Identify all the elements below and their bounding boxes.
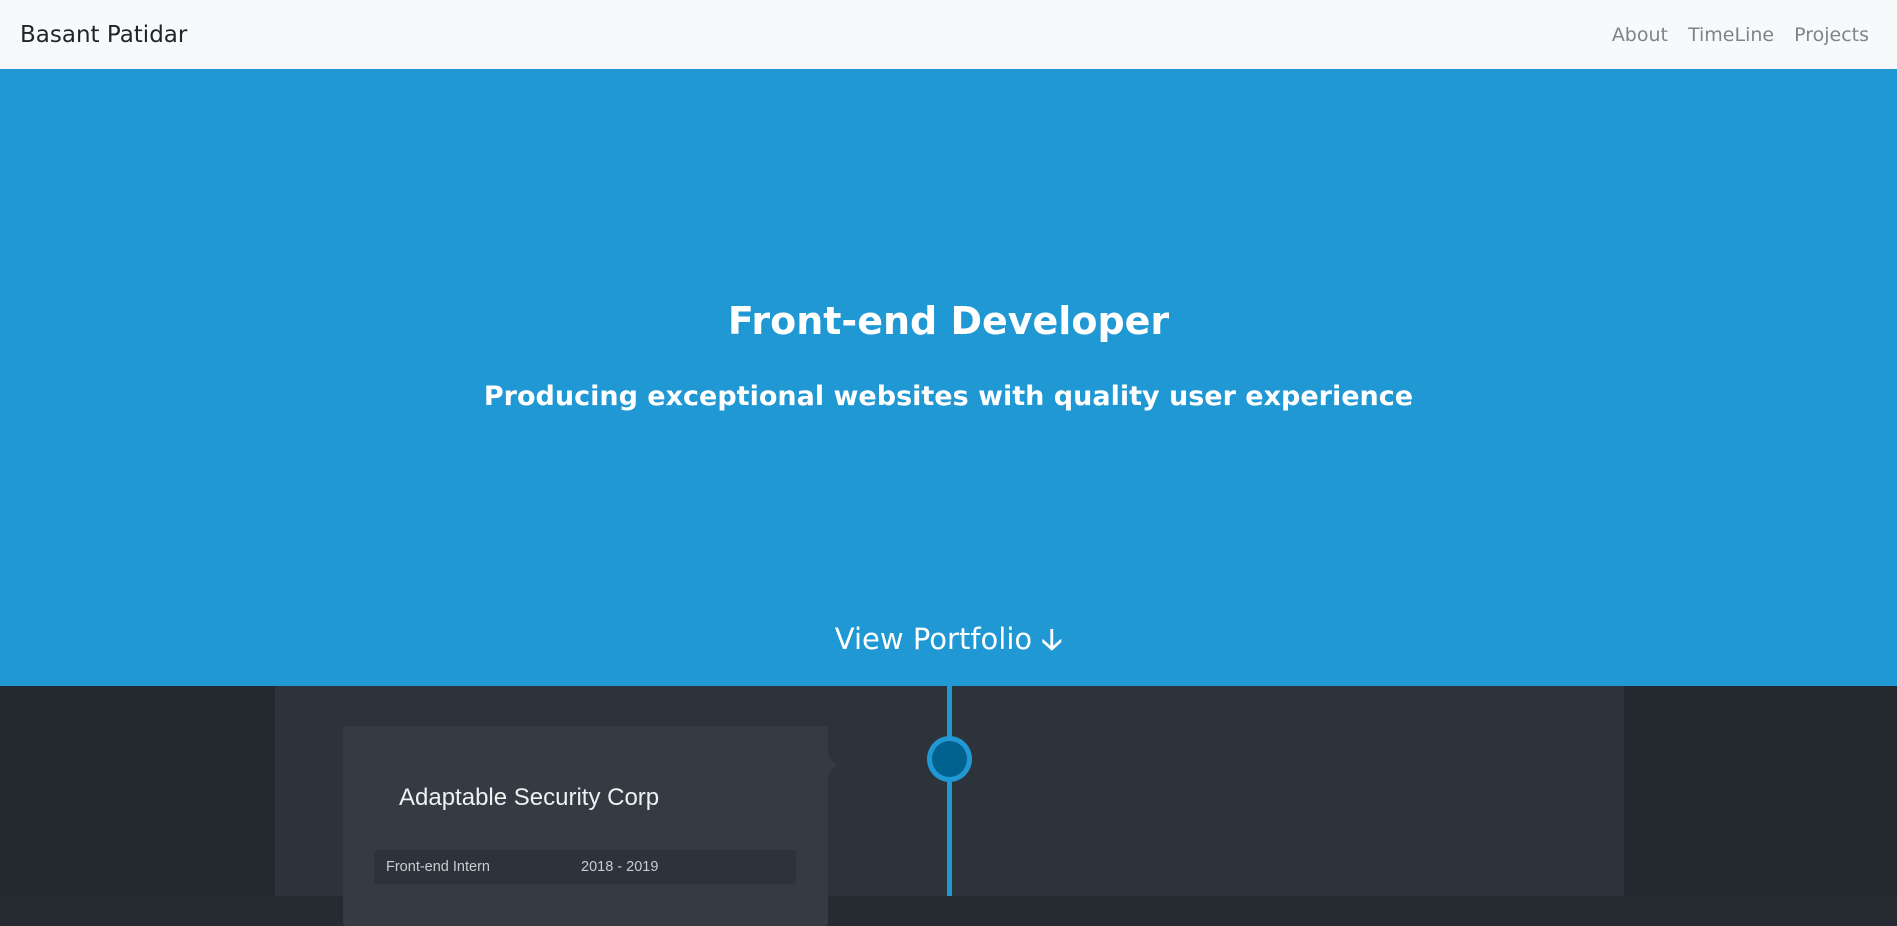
nav-link-about[interactable]: About: [1612, 24, 1668, 46]
navbar: Basant Patidar About TimeLine Projects: [0, 0, 1897, 69]
hero-subtitle: Producing exceptional websites with qual…: [483, 381, 1414, 412]
nav-link-timeline[interactable]: TimeLine: [1688, 24, 1774, 46]
hero-section: Front-end Developer Producing exceptiona…: [0, 69, 1897, 686]
role: Front-end Intern: [386, 859, 490, 875]
period: 2018 - 2019: [581, 859, 659, 875]
view-portfolio-link[interactable]: View Portfolio 🡣: [0, 619, 1897, 668]
timeline-line: [947, 686, 952, 896]
timeline-section: Adaptable Security Corp Front-end Intern…: [0, 686, 1897, 926]
brand-link[interactable]: Basant Patidar: [20, 22, 187, 48]
arrow-down-icon: 🡣: [1041, 622, 1063, 656]
company-name: Adaptable Security Corp: [399, 784, 660, 811]
timeline-card: Adaptable Security Corp Front-end Intern…: [343, 726, 837, 926]
role-row: Front-end Intern 2018 - 2019: [374, 850, 796, 884]
timeline-marker: [927, 736, 972, 782]
view-portfolio-label: View Portfolio: [834, 622, 1033, 656]
nav-links: About TimeLine Projects: [1612, 24, 1877, 46]
nav-link-projects[interactable]: Projects: [1794, 24, 1869, 46]
hero-title: Front-end Developer: [727, 299, 1170, 343]
